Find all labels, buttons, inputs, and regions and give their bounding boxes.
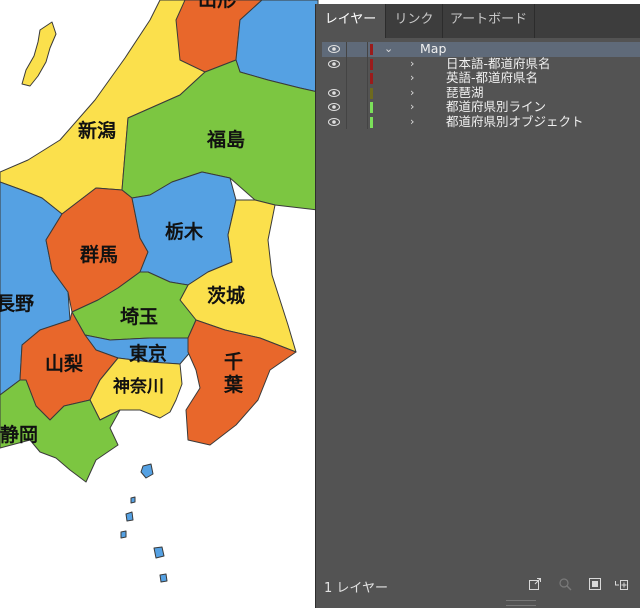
label-chiba-1: 千: [224, 351, 243, 373]
visibility-toggle[interactable]: [322, 85, 347, 100]
layer-name[interactable]: Map: [420, 41, 446, 57]
label-shizuoka: 静岡: [0, 423, 38, 446]
lock-toggle[interactable]: [347, 100, 368, 115]
layer-color-chip: [370, 73, 373, 84]
layer-row-map[interactable]: ⌄ Map: [322, 41, 640, 57]
export-icon[interactable]: [528, 577, 542, 591]
new-sublayer-icon[interactable]: [614, 577, 628, 591]
layer-name[interactable]: 日本語-都道府県名: [446, 56, 551, 72]
layer-row-lake-biwa[interactable]: › 琵琶湖: [322, 85, 640, 101]
tab-artboards[interactable]: アートボード: [443, 4, 535, 38]
label-tokyo: 東京: [129, 342, 167, 365]
visibility-toggle[interactable]: [322, 42, 347, 57]
label-nagano: 長野: [0, 293, 34, 315]
izu-island-2: [130, 496, 136, 504]
eye-icon: [328, 88, 340, 97]
eye-icon: [328, 59, 340, 68]
resize-grip[interactable]: [506, 600, 536, 606]
layer-name[interactable]: 琵琶湖: [446, 85, 484, 101]
izu-island-5: [153, 546, 165, 559]
eye-icon: [328, 103, 340, 111]
layer-color-chip: [370, 116, 373, 128]
lock-toggle[interactable]: [347, 114, 368, 129]
layer-row-prefecture-lines[interactable]: › 都道府県別ライン: [322, 99, 640, 115]
chevron-right-icon[interactable]: ›: [410, 100, 414, 114]
lock-toggle[interactable]: [347, 71, 368, 86]
layer-row-english-names[interactable]: › 英語-都道府県名: [322, 70, 640, 86]
label-fukushima: 福島: [206, 128, 245, 151]
layer-color-chip: [370, 87, 373, 99]
tab-layers[interactable]: レイヤー: [316, 4, 386, 38]
chevron-right-icon[interactable]: ›: [410, 57, 414, 71]
lock-toggle[interactable]: [347, 42, 368, 57]
layer-color-chip: [370, 44, 373, 55]
layer-list: ⌄ Map › 日本語-都道府県名 › 英語-都道府県名 › 琵琶湖 › 都道府…: [322, 41, 640, 130]
visibility-toggle[interactable]: [322, 56, 347, 71]
layers-panel: レイヤー リンク アートボード ⌄ Map › 日本語-都道府県名 › 英語-都…: [315, 4, 640, 608]
izu-island-6: [159, 573, 168, 583]
label-tochigi: 栃木: [165, 220, 204, 243]
label-kanagawa: 神奈川: [113, 376, 164, 397]
layer-name[interactable]: 英語-都道府県名: [446, 70, 538, 86]
chevron-right-icon[interactable]: ›: [410, 115, 414, 129]
layer-row-japanese-names[interactable]: › 日本語-都道府県名: [322, 56, 640, 72]
visibility-toggle[interactable]: [322, 114, 347, 129]
chevron-right-icon[interactable]: ›: [410, 86, 414, 100]
label-saitama: 埼玉: [120, 305, 158, 328]
layer-color-chip: [370, 102, 373, 113]
visibility-toggle[interactable]: [322, 71, 347, 86]
layer-name[interactable]: 都道府県別オブジェクト: [446, 114, 584, 130]
lock-toggle[interactable]: [347, 85, 368, 100]
layer-count: 1 レイヤー: [324, 581, 389, 596]
izu-island-3: [125, 511, 134, 522]
chevron-right-icon[interactable]: ›: [410, 71, 414, 85]
eye-icon: [328, 45, 340, 53]
tab-links[interactable]: リンク: [386, 4, 443, 38]
layer-name[interactable]: 都道府県別ライン: [446, 99, 546, 115]
label-niigata: 新潟: [78, 119, 116, 142]
izu-island-4: [120, 530, 127, 539]
panel-footer: 1 レイヤー: [316, 572, 640, 598]
label-yamagata: 山形: [198, 0, 236, 11]
label-gunma: 群馬: [79, 243, 118, 266]
label-ibaraki: 茨城: [207, 284, 245, 307]
panel-tab-bar: レイヤー リンク アートボード: [316, 4, 640, 38]
chevron-down-icon[interactable]: ⌄: [384, 42, 393, 56]
visibility-toggle[interactable]: [322, 100, 347, 115]
eye-icon: [328, 117, 340, 126]
lock-toggle[interactable]: [347, 56, 368, 71]
layer-color-chip: [370, 58, 373, 70]
clipping-mask-icon[interactable]: [588, 577, 602, 591]
search-icon[interactable]: [558, 577, 572, 591]
label-chiba-2: 葉: [223, 374, 244, 396]
layer-row-prefecture-objects[interactable]: › 都道府県別オブジェクト: [322, 114, 640, 130]
label-yamanashi: 山梨: [45, 352, 84, 375]
